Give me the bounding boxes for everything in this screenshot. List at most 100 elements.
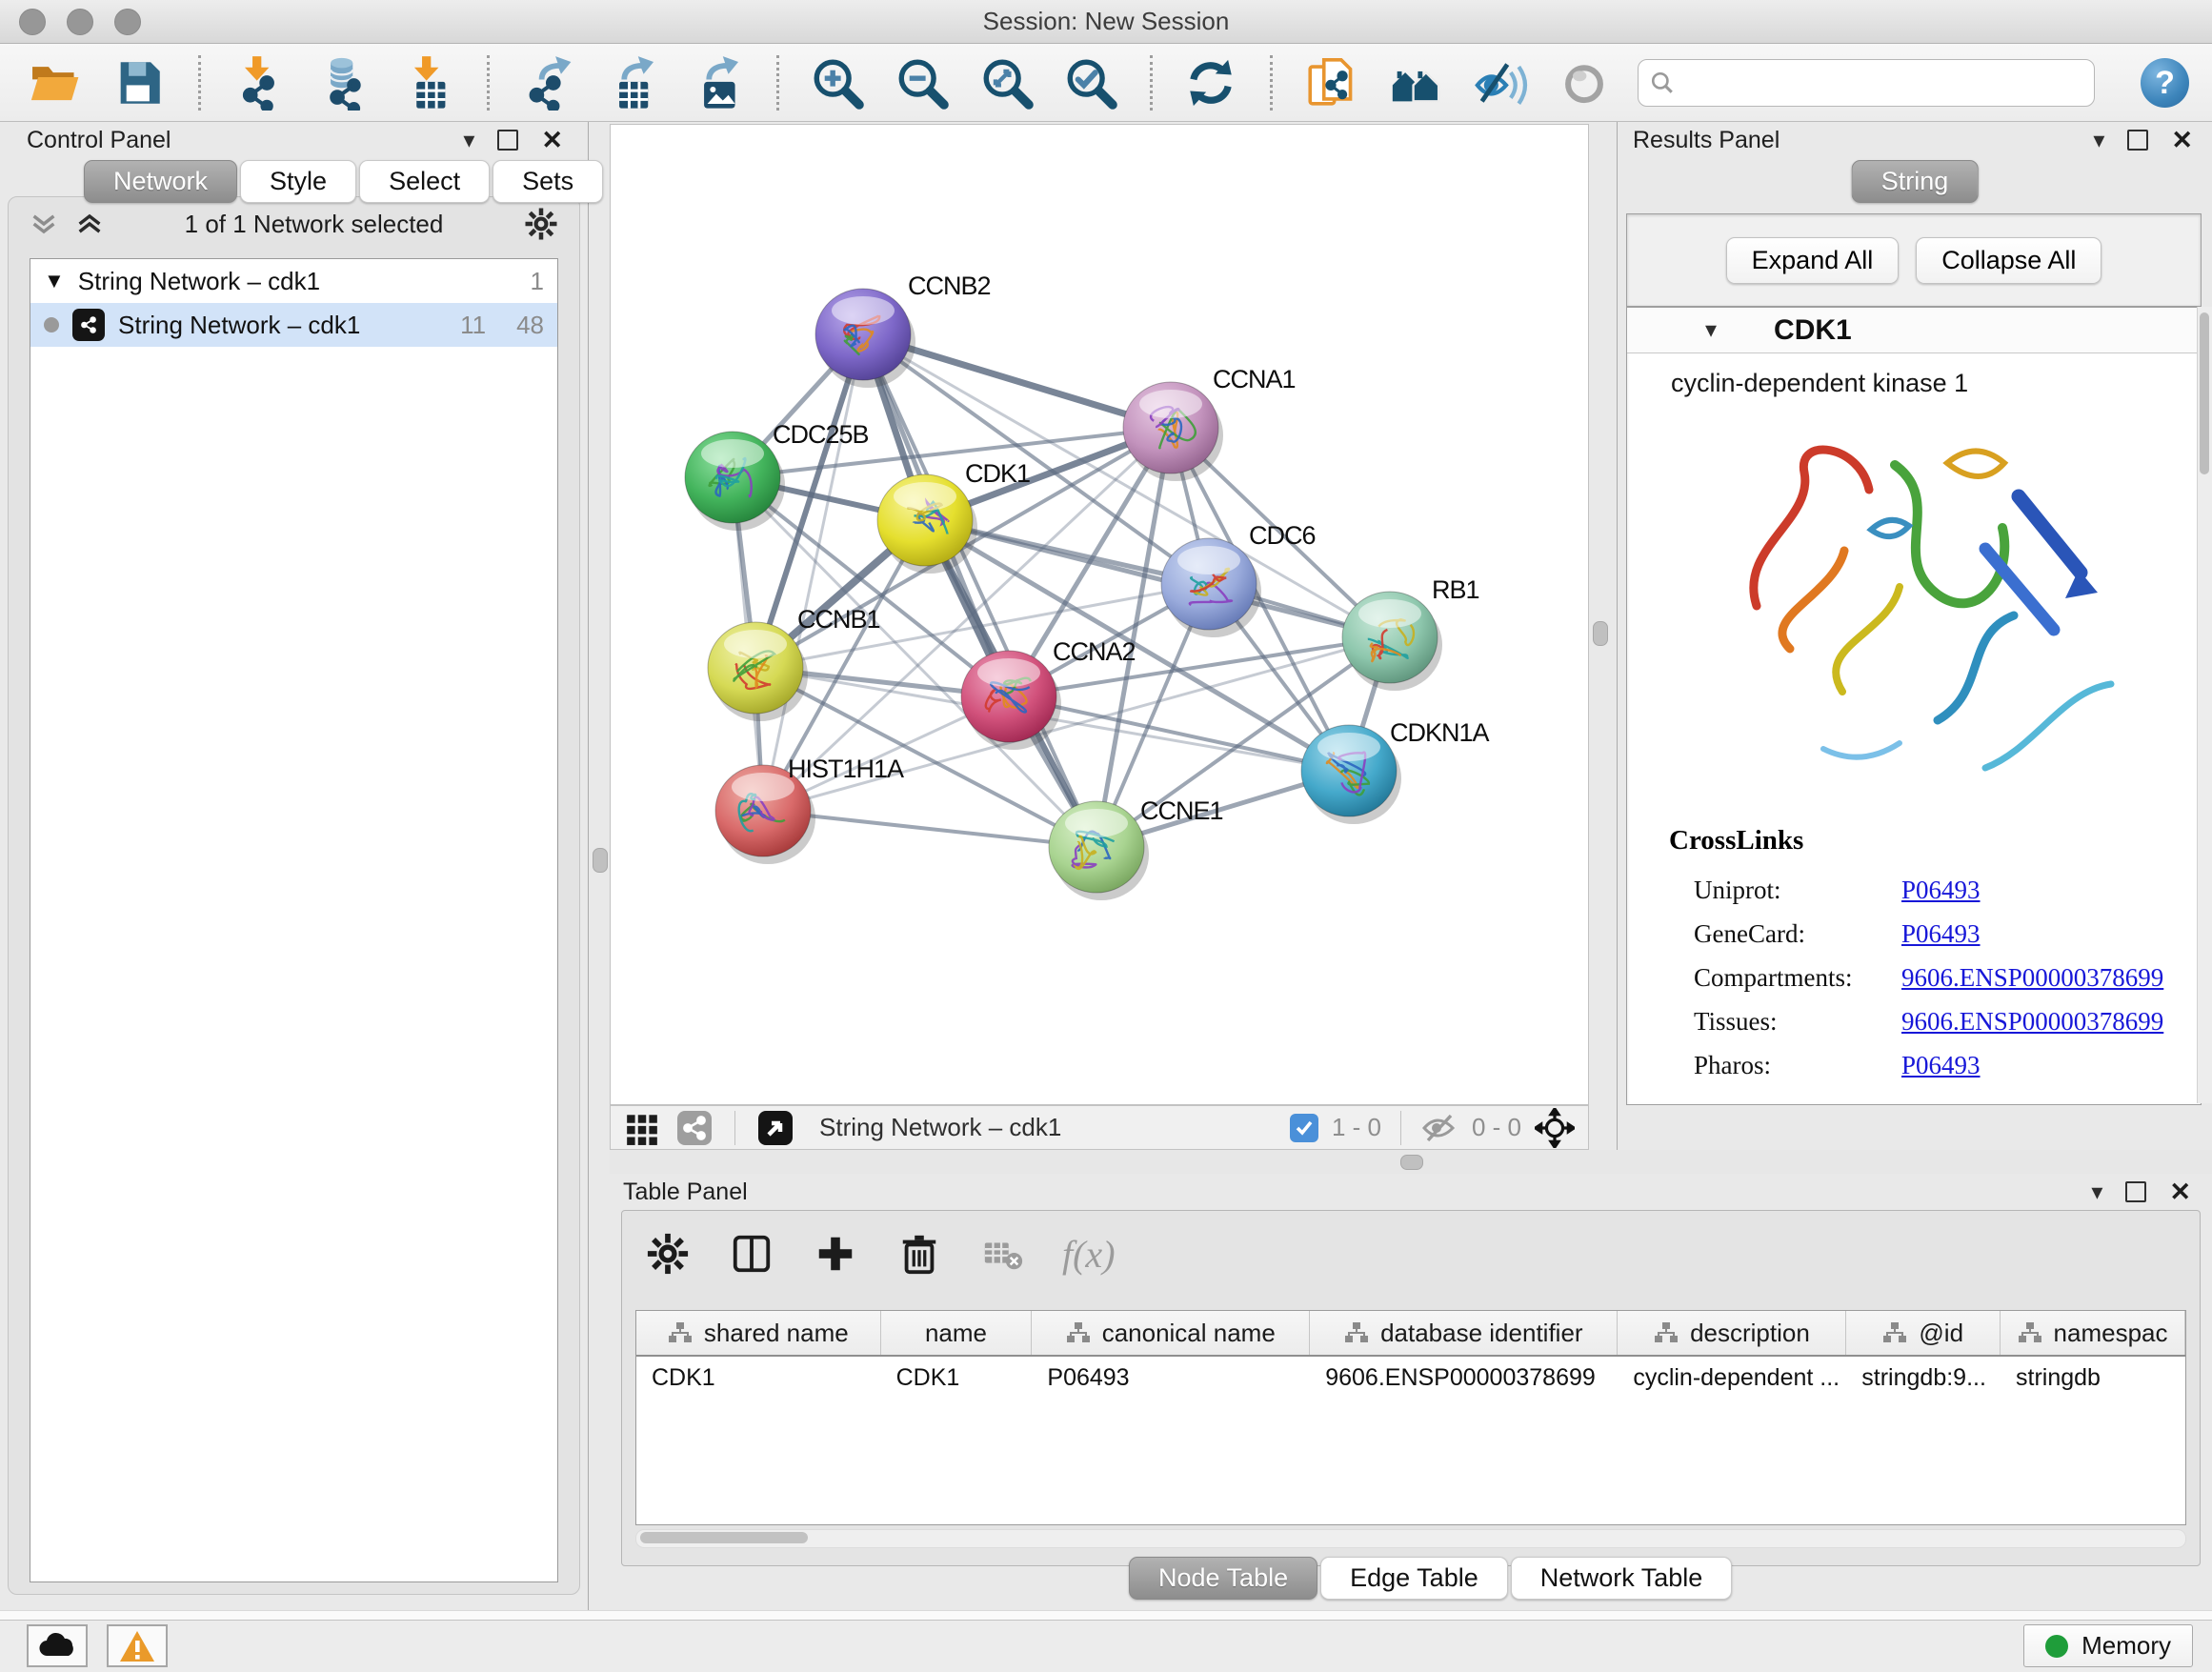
network-label: String Network – cdk1 <box>118 311 447 340</box>
column-header-database-identifier[interactable]: database identifier <box>1310 1311 1618 1355</box>
network-node-ccne1[interactable] <box>1049 801 1149 900</box>
crosslink-link[interactable]: 9606.ENSP00000378699 <box>1901 1007 2163 1037</box>
table-panel-float-icon[interactable] <box>2125 1181 2146 1202</box>
column-header-canonical-name[interactable]: canonical name <box>1032 1311 1310 1355</box>
refresh-button[interactable] <box>1179 50 1243 115</box>
collection-expand-caret[interactable]: ▼ <box>44 269 65 293</box>
cloud-status-button[interactable] <box>27 1624 88 1667</box>
fit-selection-crosshair-icon[interactable] <box>1535 1108 1575 1148</box>
import-network-from-database-button[interactable] <box>312 50 375 115</box>
export-table-button[interactable] <box>601 50 665 115</box>
memory-button[interactable]: Memory <box>2023 1624 2193 1667</box>
left-splitter-handle[interactable] <box>593 848 608 873</box>
column-header-name[interactable]: name <box>881 1311 1033 1355</box>
tab-network[interactable]: Network <box>84 160 237 203</box>
import-network-button[interactable] <box>228 50 292 115</box>
crosslink-link[interactable]: 9606.ENSP00000378699 <box>1901 963 2163 993</box>
crosslink-link[interactable]: P06493 <box>1901 919 1981 949</box>
network-node-cdc25b[interactable] <box>685 432 785 531</box>
crosslink-link[interactable]: P06493 <box>1901 1051 1981 1080</box>
network-node-ccna2[interactable] <box>961 651 1061 750</box>
results-scrollbar[interactable] <box>2197 307 2212 1103</box>
horizontal-splitter[interactable] <box>610 1150 2212 1174</box>
section-collapse-caret[interactable]: ▾ <box>1705 316 1717 344</box>
network-view-canvas[interactable]: CCNB2CCNA1CDC25BCDK1CDC6RB1CCNB1CCNA2CDK… <box>610 124 1589 1105</box>
birdseye-sphere-button[interactable] <box>1553 50 1617 115</box>
table-tabs: Node Table Edge Table Network Table <box>1129 1557 1732 1600</box>
delete-table-button[interactable] <box>978 1229 1028 1279</box>
results-panel-close-icon[interactable]: ✕ <box>2171 126 2193 155</box>
splitter-handle[interactable] <box>1400 1155 1423 1170</box>
save-session-button[interactable] <box>108 50 171 115</box>
column-header-namespac[interactable]: namespac <box>2001 1311 2185 1355</box>
sort-tree-icon <box>1066 1321 1091 1344</box>
results-scrollbar-thumb[interactable] <box>2200 312 2209 474</box>
network-row[interactable]: String Network – cdk1 11 48 <box>30 303 557 347</box>
network-options-gear-icon[interactable] <box>524 207 558 241</box>
tab-string[interactable]: String <box>1852 160 1979 203</box>
export-network-button[interactable] <box>516 50 580 115</box>
control-panel-close-icon[interactable]: ✕ <box>541 126 563 155</box>
table-scrollbar-thumb[interactable] <box>640 1532 808 1543</box>
results-panel-collapse-icon[interactable]: ▾ <box>2093 127 2104 154</box>
duplicate-network-button[interactable] <box>1299 50 1363 115</box>
table-horizontal-scrollbar[interactable] <box>635 1529 2186 1548</box>
column-header-description[interactable]: description <box>1618 1311 1846 1355</box>
show-columns-button[interactable] <box>727 1229 776 1279</box>
column-label: canonical name <box>1102 1319 1276 1348</box>
control-panel-float-icon[interactable] <box>497 130 518 151</box>
tab-select[interactable]: Select <box>359 160 490 203</box>
warnings-button[interactable] <box>107 1624 168 1667</box>
function-builder-button[interactable]: f(x) <box>1062 1232 1116 1277</box>
control-panel-tabs: Network Style Select Sets <box>84 160 603 203</box>
database-import-icon <box>316 55 372 111</box>
delete-column-button[interactable] <box>895 1229 944 1279</box>
search-input[interactable] <box>1682 68 2082 97</box>
table-panel-collapse-icon[interactable]: ▾ <box>2091 1178 2102 1206</box>
column-header-shared-name[interactable]: shared name <box>636 1311 881 1355</box>
open-session-button[interactable] <box>23 50 87 115</box>
tab-sets[interactable]: Sets <box>493 160 603 203</box>
network-node-cdk1[interactable] <box>877 474 977 574</box>
network-collection-row[interactable]: ▼ String Network – cdk1 1 <box>30 259 557 303</box>
birdseye-view-icon[interactable] <box>756 1109 794 1147</box>
table-row[interactable]: CDK1CDK1P064939606.ENSP00000378699cyclin… <box>636 1357 2185 1399</box>
tab-style[interactable]: Style <box>240 160 356 203</box>
network-node-cdkn1a[interactable] <box>1301 725 1401 824</box>
zoom-out-button[interactable] <box>890 50 954 115</box>
right-splitter-handle[interactable] <box>1593 621 1608 646</box>
tab-node-table[interactable]: Node Table <box>1129 1557 1317 1600</box>
zoom-fit-button[interactable] <box>975 50 1038 115</box>
control-panel-collapse-icon[interactable]: ▾ <box>463 127 474 154</box>
column-label: description <box>1690 1319 1810 1348</box>
column-header--id[interactable]: @id <box>1846 1311 2001 1355</box>
table-toolbar: f(x) <box>622 1211 2200 1297</box>
show-graphics-details-button[interactable] <box>1468 50 1532 115</box>
results-panel-float-icon[interactable] <box>2127 130 2148 151</box>
zoom-in-button[interactable] <box>806 50 870 115</box>
zoom-selected-button[interactable] <box>1059 50 1123 115</box>
collapse-all-networks-icon[interactable] <box>75 210 104 238</box>
grid-view-icon[interactable] <box>624 1110 660 1146</box>
tab-network-table[interactable]: Network Table <box>1511 1557 1733 1600</box>
import-table-button[interactable] <box>396 50 460 115</box>
tab-edge-table[interactable]: Edge Table <box>1320 1557 1508 1600</box>
table-panel-close-icon[interactable]: ✕ <box>2169 1178 2191 1207</box>
create-column-button[interactable] <box>811 1229 860 1279</box>
network-edge[interactable] <box>763 334 863 811</box>
help-button[interactable]: ? <box>2141 58 2189 108</box>
node-section-header[interactable]: ▾ CDK1 <box>1627 308 2201 353</box>
network-node-rb1[interactable] <box>1342 592 1442 691</box>
network-node-ccna1[interactable] <box>1123 382 1223 481</box>
houses-button[interactable] <box>1383 50 1447 115</box>
export-image-button[interactable] <box>686 50 750 115</box>
expand-all-button[interactable]: Expand All <box>1726 237 1900 284</box>
expand-all-networks-icon[interactable] <box>30 210 58 238</box>
network-share-view-icon[interactable] <box>675 1109 714 1147</box>
table-cell: CDK1 <box>881 1364 1033 1392</box>
table-options-button[interactable] <box>643 1229 693 1279</box>
network-view-toolbar: String Network – cdk1 1 - 0 0 - 0 <box>610 1105 1589 1150</box>
collapse-all-button[interactable]: Collapse All <box>1916 237 2101 284</box>
selected-nodes-checkbox[interactable] <box>1290 1114 1318 1142</box>
crosslink-link[interactable]: P06493 <box>1901 876 1981 905</box>
